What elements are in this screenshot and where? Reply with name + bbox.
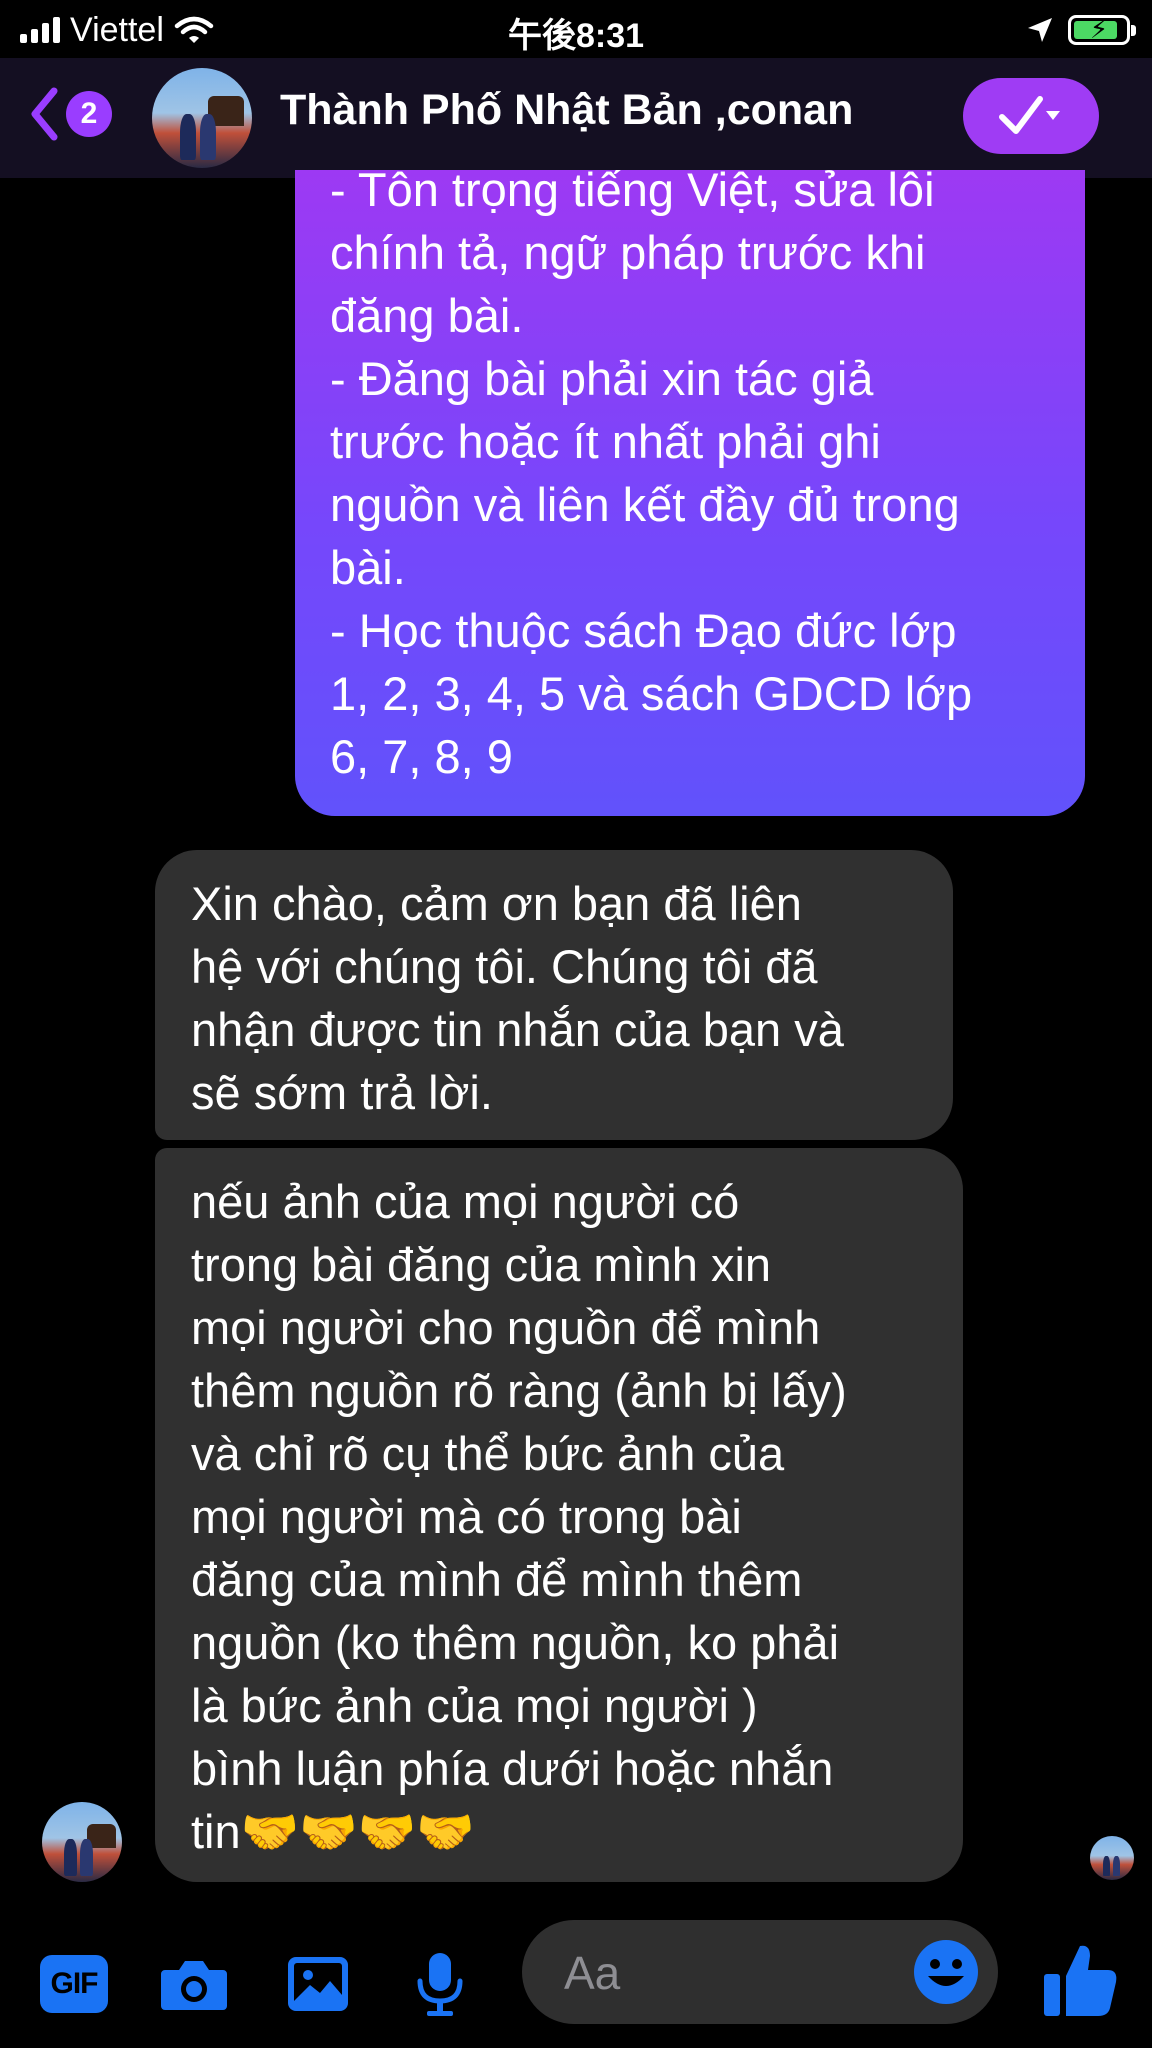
message-input[interactable] (562, 1938, 896, 2008)
photo-button[interactable] (280, 1946, 356, 2022)
contact-avatar[interactable] (152, 68, 252, 168)
check-dropdown-icon (999, 96, 1060, 134)
message-bubble-received[interactable]: nếu ảnh của mọi người có trong bài đăng … (155, 1148, 963, 1882)
camera-icon (161, 1961, 227, 2010)
status-bar: Viettel 午後8:31 ⚡ (0, 0, 1152, 58)
back-button[interactable]: 2 (30, 82, 112, 146)
location-arrow-icon (1028, 18, 1052, 42)
clock: 午後8:31 (507, 17, 645, 55)
gif-button[interactable]: GIF (36, 1946, 112, 2022)
unread-count-badge: 2 (66, 91, 112, 137)
smile-icon[interactable] (912, 1938, 980, 2006)
sender-avatar[interactable] (42, 1802, 122, 1882)
microphone-button[interactable] (402, 1946, 478, 2022)
status-right: ⚡ (1026, 10, 1136, 50)
seen-receipt-avatar (1090, 1836, 1134, 1880)
message-text: - Tôn trọng tiếng Việt, sửa lỗi chính tả… (330, 170, 973, 783)
message-input-container[interactable] (522, 1920, 998, 2024)
conversation-header: 2 Thành Phố Nhật Bản ,conan (0, 58, 1152, 178)
message-bubble-received[interactable]: Xin chào, cảm ơn bạn đã liên hệ với chún… (155, 850, 953, 1140)
camera-button[interactable] (156, 1946, 232, 2022)
gif-icon: GIF (40, 1955, 108, 2013)
chevron-left-icon (31, 87, 58, 141)
check-dropdown-button[interactable] (963, 78, 1099, 154)
microphone-icon (417, 1953, 463, 2016)
contact-name[interactable]: Thành Phố Nhật Bản ,conan (280, 86, 853, 135)
charging-bolt-icon: ⚡ (1089, 14, 1109, 44)
battery-icon: ⚡ (1068, 14, 1136, 45)
photo-icon (288, 1957, 348, 2011)
thumbs-up-icon[interactable] (1040, 1940, 1120, 2020)
message-bubble-sent[interactable]: - Tôn trọng tiếng Việt, sửa lỗi chính tả… (295, 170, 1085, 816)
